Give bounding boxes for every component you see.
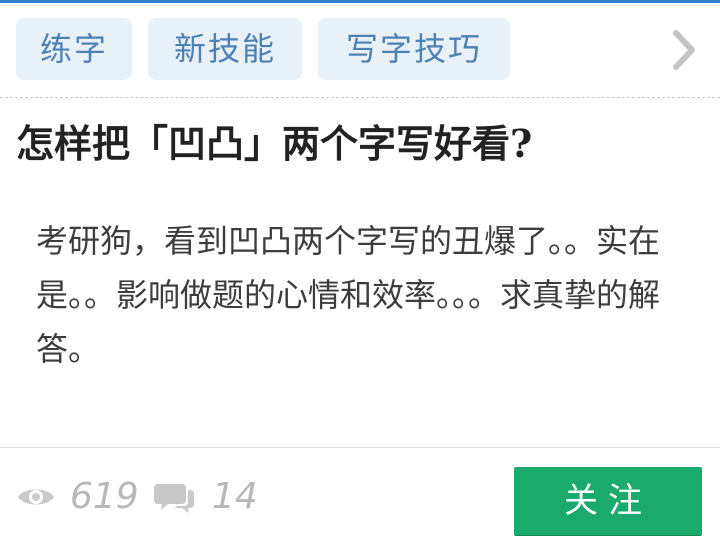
- topic-tag-3[interactable]: 写字技巧: [318, 18, 510, 80]
- comment-icon[interactable]: [154, 480, 194, 514]
- question-body: 考研狗，看到凹凸两个字写的丑爆了。。实在是。。影响做题的心情和效率。。。求真挚的…: [36, 222, 661, 368]
- views-count: 619: [70, 476, 139, 517]
- comments-count: 14: [212, 476, 258, 517]
- topic-tags-bar: 练字 新技能 写字技巧: [0, 3, 720, 98]
- question-page: 练字 新技能 写字技巧 怎样把「凹凸」两个字写好看? 考研狗，看到凹凸两个字写的…: [0, 0, 720, 546]
- question-title: 怎样把「凹凸」两个字写好看?: [16, 121, 533, 166]
- topic-tag-2[interactable]: 新技能: [148, 18, 302, 80]
- topic-tag-1[interactable]: 练字: [16, 18, 132, 80]
- follow-button[interactable]: 关注: [514, 467, 702, 535]
- eye-icon: [18, 489, 54, 505]
- chevron-right-icon[interactable]: [664, 27, 704, 73]
- question-footer: 619 14 关注: [0, 447, 720, 546]
